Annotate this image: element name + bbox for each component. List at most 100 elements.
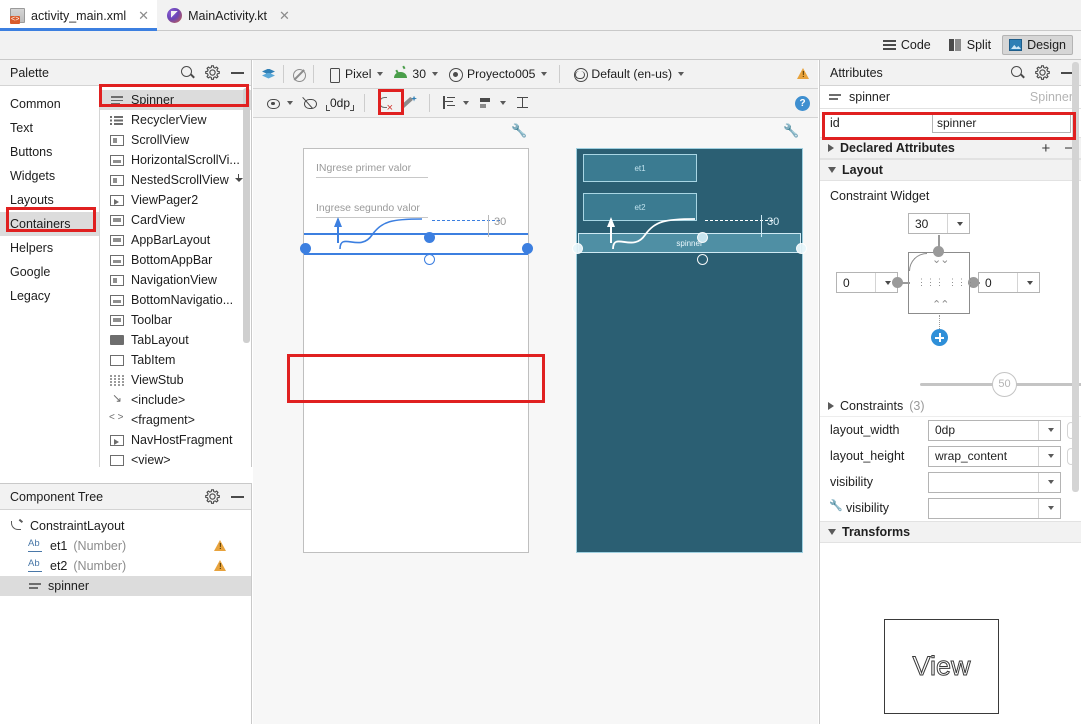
constraint-anchor-right[interactable] — [522, 243, 533, 254]
tree-node-et2[interactable]: et2 (Number) — [0, 556, 251, 576]
search-icon[interactable] — [1010, 65, 1025, 80]
id-input[interactable]: spinner — [932, 113, 1071, 133]
palette-category-common[interactable]: Common — [0, 92, 99, 116]
add-constraint-button[interactable] — [931, 329, 948, 346]
palette-category-widgets[interactable]: Widgets — [0, 164, 99, 188]
palette-item-toolbar[interactable]: Toolbar — [100, 310, 251, 330]
chevron-down-icon[interactable] — [1038, 446, 1060, 466]
palette-item-bottomappbar[interactable]: BottomAppBar — [100, 250, 251, 270]
default-margin-button[interactable]: 0dp — [323, 94, 357, 112]
design-canvas[interactable]: INgrese primer valor Ingrese segundo val… — [253, 118, 818, 724]
design-blueprint-mode-icon[interactable] — [261, 67, 276, 82]
search-icon[interactable] — [180, 65, 195, 80]
view-options-button[interactable] — [261, 94, 298, 113]
constraints-section[interactable]: Constraints (3) — [820, 395, 1081, 417]
constraint-widget[interactable]: 30 0 0 ⌄⌄ ⌃⌃ ⋮⋮⋮ ⋮⋮⋮ 50 — [820, 205, 1081, 397]
gear-icon[interactable] — [1035, 65, 1050, 80]
palette-category-helpers[interactable]: Helpers — [0, 236, 99, 260]
theme-selector[interactable]: Proyecto005 — [443, 65, 552, 84]
chevron-down-icon[interactable] — [1017, 273, 1039, 292]
height-wrap-chevron-down-icon[interactable]: ⌄⌄ — [932, 253, 949, 266]
pack-button[interactable] — [437, 94, 474, 113]
margin-left-combo[interactable]: 0 — [836, 272, 898, 293]
width-match-spring-right-icon[interactable]: ⋮⋮⋮ — [948, 277, 975, 288]
palette-item-cardview[interactable]: CardView — [100, 210, 251, 230]
tree-node-constraintlayout[interactable]: ConstraintLayout — [0, 516, 251, 536]
warning-icon[interactable] — [797, 68, 810, 80]
palette-item-horizontalscrollview[interactable]: HorizontalScrollVi... — [100, 150, 251, 170]
warning-icon[interactable] — [214, 540, 227, 552]
hide-constraints-button[interactable] — [298, 94, 323, 113]
align-button[interactable] — [474, 94, 511, 113]
palette-category-buttons[interactable]: Buttons — [0, 140, 99, 164]
blueprint-widget-et1[interactable]: et1 — [583, 154, 697, 182]
palette-item-appbarlayout[interactable]: AppBarLayout — [100, 230, 251, 250]
palette-item-navhostfragment[interactable]: NavHostFragment — [100, 430, 251, 450]
palette-item-bottomnavigation[interactable]: BottomNavigatio... — [100, 290, 251, 310]
orientation-icon[interactable] — [291, 67, 306, 82]
constraint-anchor-right[interactable] — [796, 243, 807, 254]
chevron-down-icon[interactable] — [947, 214, 969, 233]
palette-item-spinner[interactable]: Spinner — [100, 90, 251, 110]
height-wrap-chevron-up-icon[interactable]: ⌃⌃ — [932, 298, 949, 311]
palette-item-nestedscrollview[interactable]: NestedScrollView — [100, 170, 251, 190]
palette-category-legacy[interactable]: Legacy — [0, 284, 99, 308]
chevron-down-icon[interactable] — [1038, 498, 1060, 518]
tree-node-et1[interactable]: et1 (Number) — [0, 536, 251, 556]
warning-icon[interactable] — [214, 560, 227, 572]
palette-item-viewstub[interactable]: ViewStub — [100, 370, 251, 390]
locale-selector[interactable]: Default (en-us) — [567, 65, 689, 84]
bias-slider[interactable]: 50 — [920, 372, 1081, 397]
close-icon[interactable]: ✕ — [138, 9, 149, 22]
chevron-down-icon[interactable] — [1038, 472, 1060, 492]
palette-item-scrollview[interactable]: ScrollView — [100, 130, 251, 150]
constraint-anchor-top[interactable] — [424, 232, 435, 243]
clear-constraints-button[interactable] — [372, 94, 397, 114]
bias-knob[interactable]: 50 — [992, 372, 1017, 397]
device-selector[interactable]: Pixel — [321, 65, 388, 84]
constraint-anchor-left[interactable] — [572, 243, 583, 254]
visibility-combo[interactable] — [928, 471, 1061, 493]
palette-item-tablayout[interactable]: TabLayout — [100, 330, 251, 350]
palette-scrollbar[interactable] — [243, 88, 250, 343]
add-attribute-button[interactable]: + — [1041, 140, 1050, 157]
tools-visibility-combo[interactable] — [928, 497, 1061, 519]
gear-icon[interactable] — [205, 65, 220, 80]
palette-item-include[interactable]: <include> — [100, 390, 251, 410]
palette-category-containers[interactable]: Containers — [0, 212, 99, 236]
render-wrench-icon[interactable] — [511, 123, 525, 139]
width-match-spring-left-icon[interactable]: ⋮⋮⋮ — [917, 277, 944, 288]
infer-constraints-button[interactable] — [397, 94, 422, 113]
palette-item-navigationview[interactable]: NavigationView — [100, 270, 251, 290]
margin-right-combo[interactable]: 0 — [978, 272, 1040, 293]
close-icon[interactable]: ✕ — [279, 9, 290, 22]
api-selector[interactable]: 30 — [388, 65, 443, 84]
mode-design-button[interactable]: Design — [1002, 35, 1073, 55]
constraint-anchor-top[interactable] — [697, 232, 708, 243]
minimize-icon[interactable] — [230, 489, 245, 504]
left-anchor[interactable] — [892, 277, 903, 288]
palette-item-tabitem[interactable]: TabItem — [100, 350, 251, 370]
margin-top-combo[interactable]: 30 — [908, 213, 970, 234]
attributes-scrollbar[interactable] — [1072, 62, 1079, 492]
palette-category-text[interactable]: Text — [0, 116, 99, 140]
declared-attributes-section[interactable]: Declared Attributes + − — [820, 137, 1081, 159]
mode-split-button[interactable]: Split — [942, 35, 998, 55]
tab-activity-main-xml[interactable]: activity_main.xml ✕ — [0, 0, 158, 31]
guidelines-button[interactable] — [511, 94, 536, 113]
device-render-preview[interactable]: INgrese primer valor Ingrese segundo val… — [300, 148, 533, 553]
layout-width-combo[interactable]: 0dp — [928, 419, 1061, 441]
palette-category-layouts[interactable]: Layouts — [0, 188, 99, 212]
mode-code-button[interactable]: Code — [876, 35, 938, 55]
constraint-anchor-bottom[interactable] — [424, 254, 435, 265]
constraint-anchor-left[interactable] — [300, 243, 311, 254]
palette-item-fragment[interactable]: <fragment> — [100, 410, 251, 430]
constraint-anchor-bottom[interactable] — [697, 254, 708, 265]
tree-node-spinner[interactable]: spinner — [0, 576, 251, 596]
palette-item-viewpager2[interactable]: ViewPager2 — [100, 190, 251, 210]
tab-main-activity-kt[interactable]: MainActivity.kt ✕ — [157, 0, 298, 31]
layout-section[interactable]: Layout — [820, 159, 1081, 181]
palette-category-google[interactable]: Google — [0, 260, 99, 284]
gear-icon[interactable] — [205, 489, 220, 504]
help-icon[interactable]: ? — [795, 95, 810, 111]
